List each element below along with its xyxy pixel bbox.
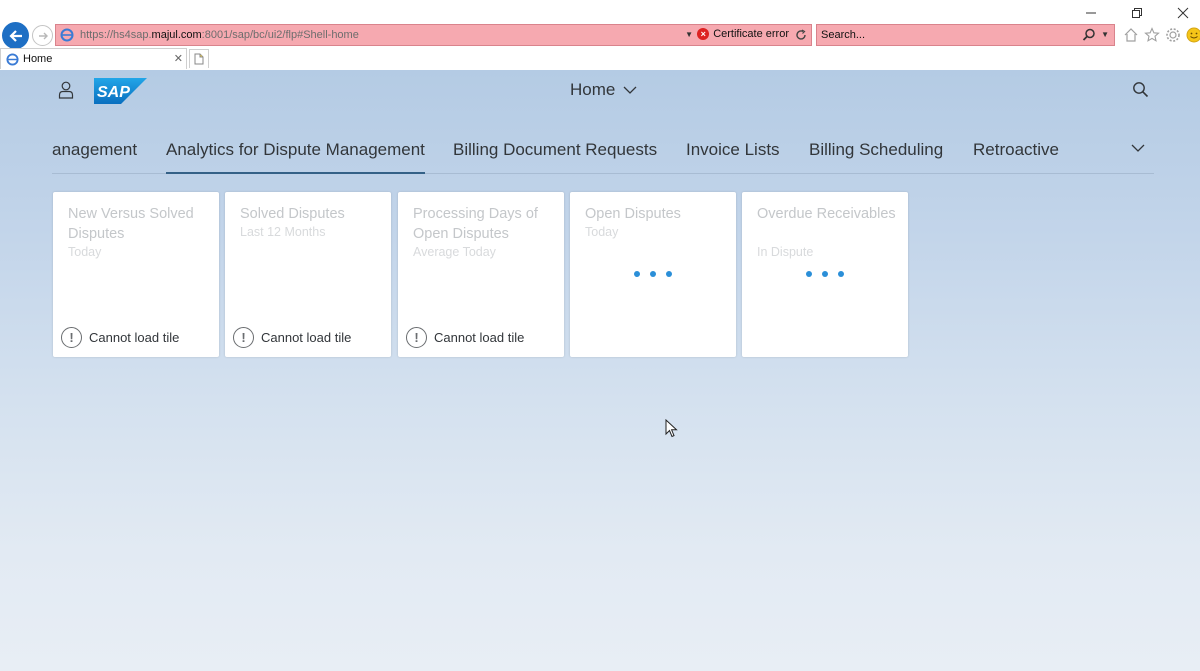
home-icon[interactable] — [1122, 26, 1139, 43]
tile-subtitle: Today — [585, 225, 619, 239]
window-controls — [1082, 4, 1192, 22]
user-icon[interactable] — [58, 81, 74, 99]
tile-overdue-receivables[interactable]: Overdue Receivables In Dispute — [742, 192, 908, 357]
tile-title: Solved Disputes — [240, 206, 345, 222]
busy-dot — [838, 271, 844, 277]
busy-dot — [822, 271, 828, 277]
alert-icon: ! — [233, 327, 254, 348]
mouse-cursor-icon — [665, 419, 678, 438]
address-bar[interactable]: https://hs4sap.majul.com:8001/sap/bc/ui2… — [55, 24, 812, 46]
restore-icon[interactable] — [1128, 4, 1146, 22]
tile-title: Processing Days of Open Disputes — [413, 206, 538, 242]
busy-dot — [650, 271, 656, 277]
shell-header: SAP Home — [0, 70, 1200, 110]
anchor-item-analytics-dispute[interactable]: Analytics for Dispute Management — [166, 140, 425, 174]
new-tab-button[interactable] — [189, 49, 209, 68]
browser-tab-home[interactable]: Home ✕ — [0, 48, 187, 69]
address-url[interactable]: https://hs4sap.majul.com:8001/sap/bc/ui2… — [80, 29, 359, 41]
ie-favicon-icon — [6, 52, 19, 66]
busy-dot — [666, 271, 672, 277]
tile-error-message: ! Cannot load tile — [406, 327, 524, 348]
sap-logo[interactable]: SAP — [94, 78, 147, 104]
tile-open-disputes[interactable]: Open Disputes Today — [570, 192, 736, 357]
tile-error-message: ! Cannot load tile — [233, 327, 351, 348]
tile-subtitle: Last 12 Months — [240, 225, 326, 239]
alert-icon: ! — [406, 327, 427, 348]
tile-solved-disputes[interactable]: Solved Disputes Last 12 Months ! Cannot … — [225, 192, 391, 357]
address-dropdown-icon[interactable]: ▼ — [685, 30, 693, 39]
feedback-smiley-icon[interactable] — [1185, 26, 1200, 43]
minimize-icon[interactable] — [1082, 4, 1100, 22]
anchor-item-billing-document-requests[interactable]: Billing Document Requests — [453, 140, 657, 174]
anchor-item-retroactive[interactable]: Retroactive — [973, 140, 1059, 174]
settings-gear-icon[interactable] — [1164, 26, 1181, 43]
tile-title: Open Disputes — [585, 206, 681, 222]
tile-new-versus-solved-disputes[interactable]: New Versus Solved Disputes Today ! Canno… — [53, 192, 219, 357]
close-window-icon[interactable] — [1174, 4, 1192, 22]
chevron-down-icon — [623, 86, 637, 94]
anchor-item-billing-scheduling[interactable]: Billing Scheduling — [809, 140, 943, 174]
tile-processing-days-open-disputes[interactable]: Processing Days of Open Disputes Average… — [398, 192, 564, 357]
shell-title: Home — [570, 80, 616, 99]
browser-chrome: https://hs4sap.majul.com:8001/sap/bc/ui2… — [0, 0, 1200, 70]
magnifier-icon[interactable] — [1082, 28, 1096, 42]
ie-page-icon — [60, 28, 74, 42]
tile-subtitle: Average Today — [413, 245, 496, 259]
forward-button[interactable] — [32, 25, 53, 46]
search-dropdown-icon[interactable]: ▼ — [1101, 30, 1109, 39]
tile-error-message: ! Cannot load tile — [61, 327, 179, 348]
certificate-error-button[interactable]: × Certificate error — [697, 28, 789, 40]
busy-indicator — [634, 271, 672, 277]
tab-label: Home — [23, 53, 53, 65]
chevron-down-icon[interactable] — [1130, 142, 1146, 154]
favorites-star-icon[interactable] — [1143, 26, 1160, 43]
new-tab-icon — [194, 53, 204, 65]
svg-text:SAP: SAP — [97, 84, 130, 101]
browser-search-box[interactable]: ▼ — [816, 24, 1115, 46]
busy-dot — [806, 271, 812, 277]
error-icon: × — [697, 28, 710, 40]
tile-title: Overdue Receivables — [757, 206, 896, 222]
tile-subtitle: Today — [68, 245, 102, 259]
browser-search-input[interactable] — [821, 29, 1071, 41]
shell-title-menu[interactable]: Home — [570, 80, 637, 100]
tile-title: New Versus Solved Disputes — [68, 206, 194, 242]
browser-toolbar — [1122, 26, 1200, 43]
back-button[interactable] — [2, 22, 29, 49]
search-icon[interactable] — [1132, 81, 1149, 98]
anchor-navigation-bar: anagement Analytics for Dispute Manageme… — [52, 130, 1154, 174]
alert-icon: ! — [61, 327, 82, 348]
anchor-item-invoice-lists[interactable]: Invoice Lists — [686, 140, 780, 174]
arrow-right-icon — [38, 32, 48, 39]
anchor-item-management[interactable]: anagement — [52, 140, 137, 174]
tab-close-icon[interactable]: ✕ — [174, 52, 183, 65]
arrow-left-icon — [8, 29, 22, 42]
busy-indicator — [806, 271, 844, 277]
fiori-launchpad: SAP Home anagement Analytics for Dispute… — [0, 70, 1200, 671]
tile-subtitle: In Dispute — [757, 245, 814, 259]
refresh-icon[interactable] — [795, 29, 807, 41]
busy-dot — [634, 271, 640, 277]
